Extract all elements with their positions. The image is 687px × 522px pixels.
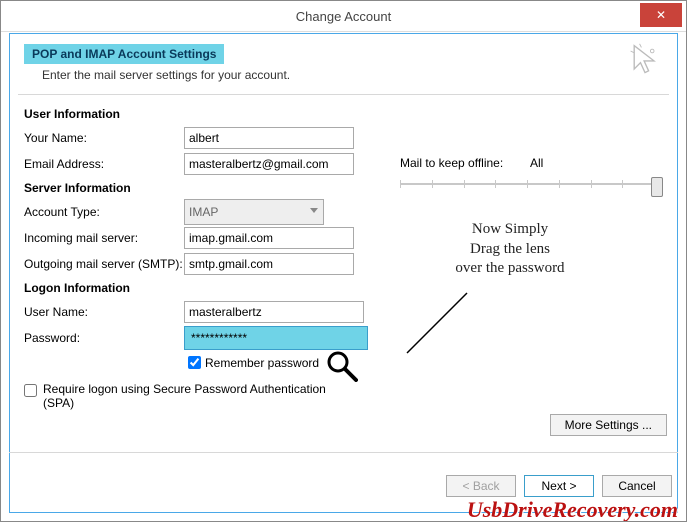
window-title: Change Account [1,9,686,24]
username-label: User Name: [24,305,184,319]
close-icon: ✕ [656,8,666,22]
cancel-button[interactable]: Cancel [602,475,672,497]
back-button: < Back [446,475,516,497]
mail-keep-label: Mail to keep offline: [400,156,530,170]
remember-password-label: Remember password [205,356,319,370]
mail-keep-value: All [530,156,543,170]
username-input[interactable] [184,301,364,323]
account-type-label: Account Type: [24,205,184,219]
banner-subtitle: Enter the mail server settings for your … [42,68,627,82]
cursor-icon [627,42,663,78]
titlebar: Change Account ✕ [1,1,686,32]
watermark-text: UsbDriveRecovery.com [467,497,678,522]
slider-thumb[interactable] [651,177,663,197]
password-label: Password: [24,331,184,345]
mail-keep-slider[interactable] [400,176,663,200]
dialog-window: Change Account ✕ POP and IMAP Account Se… [0,0,687,522]
email-label: Email Address: [24,157,184,171]
name-label: Your Name: [24,131,184,145]
logon-info-heading: Logon Information [24,281,663,295]
password-input[interactable] [184,326,368,350]
user-info-heading: User Information [24,107,663,121]
incoming-label: Incoming mail server: [24,231,184,245]
more-settings-button[interactable]: More Settings ... [550,414,667,436]
divider [18,94,669,95]
remember-password-checkbox[interactable] [188,356,201,369]
next-button[interactable]: Next > [524,475,594,497]
footer-divider [9,452,678,453]
dialog-body: POP and IMAP Account Settings Enter the … [9,33,678,513]
instruction-callout: Now Simply Drag the lens over the passwo… [420,220,600,279]
outgoing-input[interactable] [184,253,354,275]
spa-label: Require logon using Secure Password Auth… [43,382,343,410]
close-button[interactable]: ✕ [640,3,682,27]
email-input[interactable] [184,153,354,175]
callout-arrow [402,288,472,358]
wizard-nav: < Back Next > Cancel [446,475,672,497]
spa-checkbox[interactable] [24,384,37,397]
outgoing-label: Outgoing mail server (SMTP): [24,257,184,271]
account-type-select [184,199,324,225]
incoming-input[interactable] [184,227,354,249]
mail-offline-panel: Mail to keep offline: All [400,156,663,200]
banner-title: POP and IMAP Account Settings [24,44,224,64]
header-banner: POP and IMAP Account Settings Enter the … [24,44,663,82]
name-input[interactable] [184,127,354,149]
